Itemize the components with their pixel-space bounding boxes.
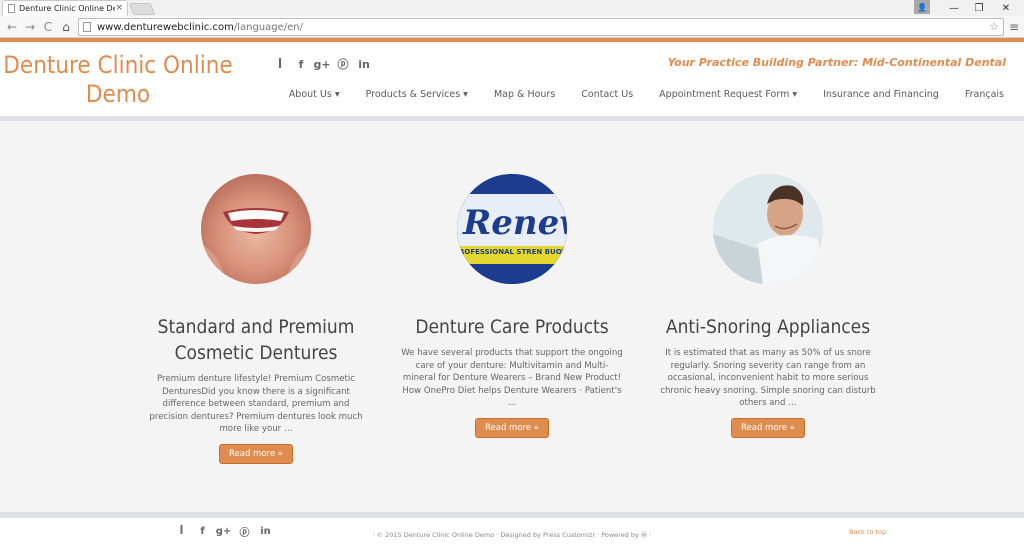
read-more-button[interactable]: Read more » <box>475 417 549 438</box>
reload-icon[interactable]: C <box>40 19 56 35</box>
new-tab-button[interactable] <box>128 3 156 15</box>
close-window-button[interactable]: ✕ <box>996 0 1016 16</box>
linkedin-icon[interactable]: in <box>358 58 370 71</box>
feature-description: We have several products that support th… <box>401 348 623 408</box>
address-bar[interactable]: www.denturewebclinic.com/language/en/ ☆ <box>78 18 1004 36</box>
smile-illustration <box>201 208 311 284</box>
dentist-image[interactable] <box>713 174 823 284</box>
document-icon <box>8 4 15 13</box>
nav-about-us[interactable]: About Us ▾ <box>289 89 340 100</box>
user-profile-icon[interactable]: 👤 <box>914 0 930 14</box>
renew-logo-illustration: Renew ROFESSIONAL STREN BUOYANT PROFESSI <box>457 174 567 284</box>
main-navigation: About Us ▾ Products & Services ▾ Map & H… <box>263 89 1004 100</box>
nav-contact-us[interactable]: Contact Us <box>581 89 633 100</box>
browser-toolbar: ← → C ⌂ www.denturewebclinic.com/languag… <box>0 16 1024 38</box>
tab-close-icon[interactable]: × <box>115 3 123 13</box>
dentist-illustration <box>713 174 823 284</box>
forward-icon[interactable]: → <box>22 19 38 35</box>
page-icon <box>83 22 91 32</box>
browser-menu-icon[interactable]: ≡ <box>1008 20 1020 34</box>
read-more-button[interactable]: Read more » <box>219 443 293 464</box>
pinterest-icon[interactable]: ⓟ <box>337 58 349 71</box>
browser-tab-strip: Denture Clinic Online Dem × 👤 — ❐ ✕ <box>0 0 1024 16</box>
feature-description: Premium denture lifestyle! Premium Cosme… <box>149 374 363 434</box>
nav-francais[interactable]: Français <box>965 89 1004 100</box>
header-social-links: ꟾ f g+ ⓟ in <box>274 58 370 72</box>
back-to-top-link[interactable]: Back to top <box>849 528 886 536</box>
restore-button[interactable]: ❐ <box>969 0 989 16</box>
nav-appointment-request[interactable]: Appointment Request Form ▾ <box>659 89 797 100</box>
renew-band-text: ROFESSIONAL STREN BUOYANT PROFESSI <box>459 248 567 256</box>
nav-map-hours[interactable]: Map & Hours <box>494 89 555 100</box>
home-icon[interactable]: ⌂ <box>58 19 74 35</box>
rss-icon[interactable]: ꟾ <box>274 58 286 71</box>
minimize-button[interactable]: — <box>944 0 964 16</box>
url-host: www.denturewebclinic.com <box>97 21 234 33</box>
renew-text: Renew <box>462 203 567 243</box>
bookmark-star-icon[interactable]: ☆ <box>989 20 999 33</box>
feature-description: It is estimated that as many as 50% of u… <box>660 348 876 408</box>
site-brand-link[interactable]: Denture Clinic Online Demo <box>0 51 236 109</box>
site-header: Denture Clinic Online Demo ꟾ f g+ ⓟ in Y… <box>0 38 1024 116</box>
back-icon[interactable]: ← <box>4 19 20 35</box>
feature-title[interactable]: Denture Care Products <box>382 314 642 340</box>
feature-care-products: Renew ROFESSIONAL STREN BUOYANT PROFESSI… <box>382 174 642 438</box>
nav-insurance-financing[interactable]: Insurance and Financing <box>823 89 939 100</box>
browser-tab[interactable]: Denture Clinic Online Dem × <box>2 0 128 16</box>
url-path: /language/en/ <box>233 21 303 33</box>
smile-image[interactable] <box>201 174 311 284</box>
site-tagline: Your Practice Building Partner: Mid-Cont… <box>667 56 1006 69</box>
facebook-icon[interactable]: f <box>295 58 307 71</box>
feature-anti-snoring: Anti-Snoring Appliances It is estimated … <box>638 174 898 438</box>
site-footer: ꟾ f g+ ⓟ in · © 2015 Denture Clinic Onli… <box>0 518 1024 550</box>
feature-title[interactable]: Anti-Snoring Appliances <box>638 314 898 340</box>
tab-title: Denture Clinic Online Dem <box>19 4 115 13</box>
renew-product-image[interactable]: Renew ROFESSIONAL STREN BUOYANT PROFESSI <box>457 174 567 284</box>
google-plus-icon[interactable]: g+ <box>313 58 330 71</box>
feature-title[interactable]: Standard and Premium Cosmetic Dentures <box>126 314 386 366</box>
header-divider <box>0 116 1024 121</box>
feature-dentures: Standard and Premium Cosmetic Dentures P… <box>126 174 386 464</box>
nav-products-services[interactable]: Products & Services ▾ <box>366 89 468 100</box>
read-more-button[interactable]: Read more » <box>731 417 805 438</box>
